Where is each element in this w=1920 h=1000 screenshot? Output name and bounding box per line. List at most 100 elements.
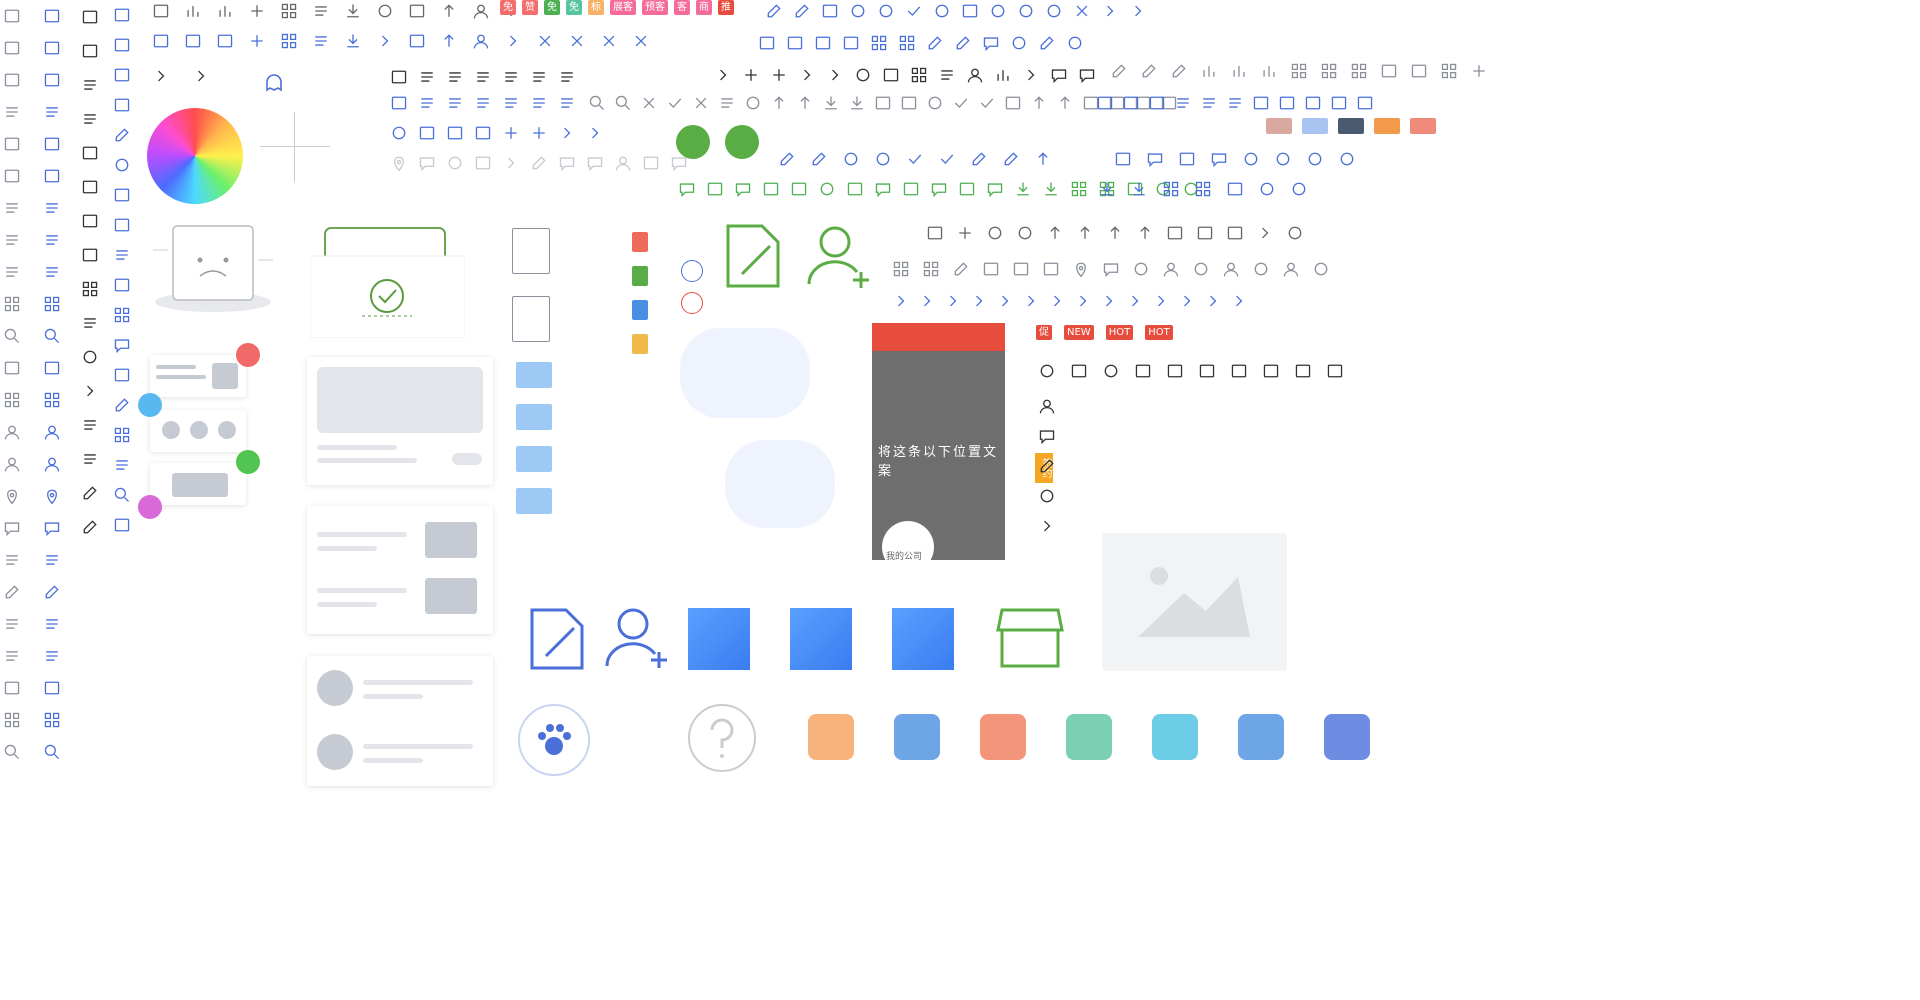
mr4-icon-4 <box>690 92 712 114</box>
mr7-icon-11 <box>1254 222 1276 244</box>
fmt2-icon-2 <box>444 92 466 114</box>
mr4-icon-13 <box>924 92 946 114</box>
video-icon <box>41 160 63 192</box>
fmt3-icon-5 <box>528 122 550 144</box>
mr4-icon-8 <box>794 92 816 114</box>
blue-solid-icon-5 <box>111 150 133 180</box>
fmt1-icon-1 <box>416 66 438 88</box>
mr1-icon-13 <box>1127 0 1149 22</box>
mr5-icon-3 <box>872 148 894 170</box>
action-toolbar-row[interactable] <box>388 122 606 144</box>
mixed-icon-8 <box>79 272 101 306</box>
mr2-icon-9 <box>1008 32 1030 54</box>
rr4-icon-1 <box>1128 178 1150 200</box>
form-icon-row <box>776 148 1054 170</box>
mr3-icon-11 <box>1020 64 1042 86</box>
colorful-illustration-5 <box>1238 714 1284 760</box>
blue-solid-icon-17 <box>111 510 133 540</box>
success-illustration <box>309 218 466 339</box>
location-icon <box>41 480 63 512</box>
grid-badge-icon <box>138 393 162 417</box>
rr4-icon-0 <box>1096 178 1118 200</box>
mixed-icon-14 <box>79 476 101 510</box>
button-icon <box>41 128 63 160</box>
fmt2-icon-4 <box>500 92 522 114</box>
mr6-icon-7 <box>872 178 894 200</box>
color-wheel <box>147 108 243 204</box>
blue-solid-icon-15 <box>111 450 133 480</box>
toprow2-icon-6 <box>342 30 364 52</box>
mr5-icon-6 <box>968 148 990 170</box>
search-doc-icon <box>41 736 63 768</box>
mr1-icon-7 <box>959 0 981 22</box>
mr6-icon-0 <box>676 178 698 200</box>
mr3-icon-4 <box>824 64 846 86</box>
mr4-icon-6 <box>742 92 764 114</box>
blue-solid-icon-9 <box>111 270 133 300</box>
table-icon <box>1 256 23 288</box>
top-icon-row-3 <box>150 65 212 87</box>
search-icon <box>1 320 23 352</box>
promo-badge-3: HOT <box>1145 325 1173 340</box>
minus-circle-icon[interactable] <box>681 292 703 314</box>
fmt1-icon-3 <box>472 66 494 88</box>
rr1-icon-4 <box>1228 60 1250 82</box>
list-icon <box>1 192 23 224</box>
contact-toolbar-row[interactable] <box>388 152 690 174</box>
rr6-icon-2 <box>1036 455 1058 477</box>
format-toolbar-row-1[interactable] <box>388 66 578 88</box>
mr3-icon-2 <box>768 64 790 86</box>
mixed-icon-15 <box>79 510 101 544</box>
toprow2-icon-1 <box>182 30 204 52</box>
service-icon-row <box>1036 360 1346 382</box>
plus-circle-icon[interactable] <box>681 260 703 282</box>
blue-solid-icon-16 <box>111 480 133 510</box>
moments-icon[interactable] <box>725 125 759 159</box>
rr2-icon-5 <box>1224 92 1246 114</box>
list-icon <box>41 192 63 224</box>
rr1-icon-5 <box>1258 60 1280 82</box>
search-icon-row <box>586 92 1180 114</box>
list-detail-icon <box>41 608 63 640</box>
mr4-icon-12 <box>898 92 920 114</box>
image-badge-icon <box>236 343 260 367</box>
wechat-icon[interactable] <box>676 125 710 159</box>
chart-icon-row <box>1108 60 1490 82</box>
blue-solid-icon-2 <box>111 60 133 90</box>
mr8-icon-1 <box>920 258 942 280</box>
meeting-illustration <box>725 440 835 528</box>
fmt2-icon-6 <box>556 92 578 114</box>
badge-0: 免 <box>500 0 516 15</box>
mr2-icon-4 <box>868 32 890 54</box>
blue-solid-icon-13 <box>111 390 133 420</box>
sidebar-icon <box>1 64 23 96</box>
mr2-icon-1 <box>784 32 806 54</box>
rr5-icon-2 <box>1100 360 1122 382</box>
mixed-icon-2 <box>79 68 101 102</box>
rr4-icon-6 <box>1288 178 1310 200</box>
badge-8: 商 <box>696 0 712 15</box>
mr4-icon-10 <box>846 92 868 114</box>
mr4-icon-7 <box>768 92 790 114</box>
mr5-icon-1 <box>808 148 830 170</box>
fmt2-icon-3 <box>472 92 494 114</box>
music-icon <box>41 672 63 704</box>
status-icon-row <box>763 0 1149 22</box>
mr1-icon-5 <box>903 0 925 22</box>
fmt4-icon-5 <box>528 152 550 174</box>
mr2-icon-11 <box>1064 32 1086 54</box>
rr1-icon-12 <box>1468 60 1490 82</box>
image-tile-2 <box>516 446 552 472</box>
fmt2-icon-1 <box>416 92 438 114</box>
mixed-icon-1 <box>79 34 101 68</box>
badge-7: 客 <box>674 0 690 15</box>
mr1-icon-11 <box>1071 0 1093 22</box>
chat-bubble-icon <box>262 72 286 100</box>
format-toolbar-row-2[interactable] <box>388 92 578 114</box>
edit-document-icon <box>722 222 784 294</box>
mr7-icon-8 <box>1164 222 1186 244</box>
rr5-icon-9 <box>1324 360 1346 382</box>
fmt4-icon-7 <box>584 152 606 174</box>
mr4-icon-2 <box>638 92 660 114</box>
mixed-icon-13 <box>79 442 101 476</box>
